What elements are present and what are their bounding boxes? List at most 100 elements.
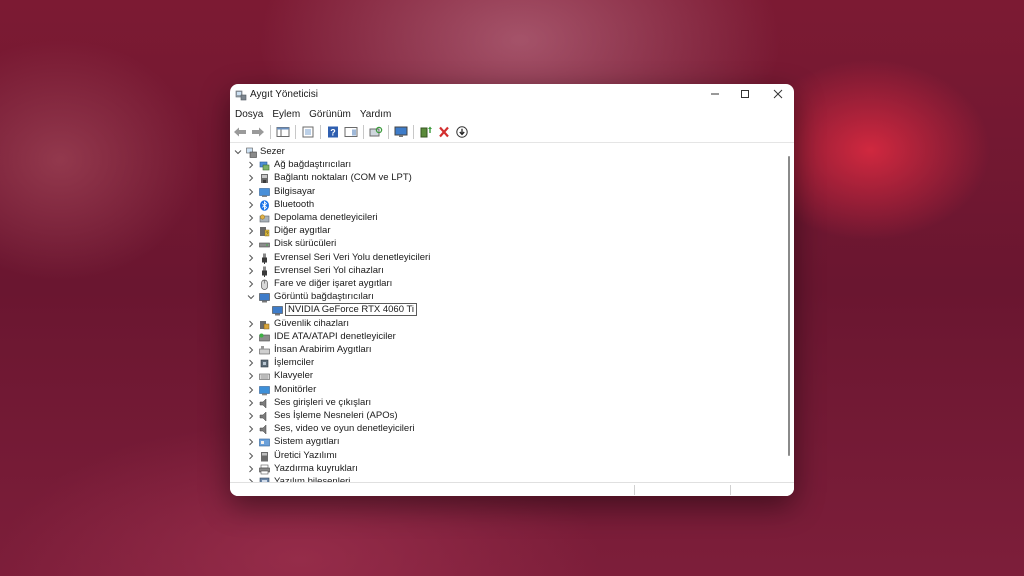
menu-gorunum[interactable]: Görünüm xyxy=(304,109,355,120)
chevron-right-icon[interactable] xyxy=(247,161,255,169)
tree-category-item[interactable]: Evrensel Seri Yol cihazları xyxy=(230,265,786,278)
tree-item-label: Üretici Yazılımı xyxy=(274,449,337,461)
minimize-icon xyxy=(711,93,719,95)
chevron-right-icon[interactable] xyxy=(247,372,255,380)
chevron-right-icon[interactable] xyxy=(247,254,255,262)
tree-item-label: Disk sürücüleri xyxy=(274,238,337,250)
chevron-right-icon[interactable] xyxy=(247,280,255,288)
chevron-right-icon[interactable] xyxy=(247,386,255,394)
chevron-right-icon[interactable] xyxy=(247,346,255,354)
menu-bar: Dosya Eylem Görünüm Yardım xyxy=(230,106,794,122)
chevron-right-icon[interactable] xyxy=(247,438,255,446)
disable-device-button[interactable] xyxy=(454,125,470,139)
tree-item-label: Ses girişleri ve çıkışları xyxy=(274,396,372,408)
chevron-right-icon[interactable] xyxy=(247,359,255,367)
tree-category-item[interactable]: Görüntü bağdaştırıcıları xyxy=(230,291,786,304)
tree-category-item[interactable]: Üretici Yazılımı xyxy=(230,450,786,463)
tree-item-label: Ses, video ve oyun denetleyicileri xyxy=(274,423,415,435)
menu-dosya[interactable]: Dosya xyxy=(230,109,267,120)
tree-category-item[interactable]: ? Diğer aygıtlar xyxy=(230,225,786,238)
tree-category-item[interactable]: Depolama denetleyicileri xyxy=(230,212,786,225)
chevron-down-icon[interactable] xyxy=(234,148,242,156)
close-button[interactable] xyxy=(761,84,794,104)
tree-item-label: Ses İşleme Nesneleri (APOs) xyxy=(274,410,398,421)
vertical-scrollbar[interactable] xyxy=(788,156,790,456)
display-adapter-icon xyxy=(272,306,283,316)
status-bar xyxy=(230,482,794,496)
processor-icon xyxy=(260,359,269,368)
chevron-right-icon[interactable] xyxy=(247,452,255,460)
chevron-right-icon[interactable] xyxy=(247,412,255,420)
chevron-right-icon[interactable] xyxy=(247,425,255,433)
menu-yardim[interactable]: Yardım xyxy=(355,109,396,120)
status-divider xyxy=(634,485,635,495)
tree-category-item[interactable]: Ses İşleme Nesneleri (APOs) xyxy=(230,410,786,423)
forward-button[interactable] xyxy=(250,125,266,139)
update-driver-button[interactable] xyxy=(418,125,434,139)
tree-category-item[interactable]: Yazdırma kuyrukları xyxy=(230,463,786,476)
chevron-right-icon[interactable] xyxy=(247,174,255,182)
chevron-right-icon[interactable] xyxy=(247,399,255,407)
chevron-right-icon[interactable] xyxy=(247,214,255,222)
tree-category-item[interactable]: İnsan Arabirim Aygıtları xyxy=(230,344,786,357)
tree-category-item[interactable]: Sistem aygıtları xyxy=(230,436,786,449)
uninstall-device-icon xyxy=(439,126,449,138)
scan-hardware-icon xyxy=(369,126,383,137)
chevron-right-icon[interactable] xyxy=(247,188,255,196)
tree-category-item[interactable]: Klavyeler xyxy=(230,370,786,383)
selected-device-label: NVIDIA GeForce RTX 4060 Ti xyxy=(285,303,418,317)
tree-category-item[interactable]: Bilgisayar xyxy=(230,186,786,199)
tree-category-item[interactable]: Ses, video ve oyun denetleyicileri xyxy=(230,423,786,436)
properties-icon xyxy=(302,126,314,138)
tree-category-item[interactable]: IDE ATA/ATAPI denetleyiciler xyxy=(230,331,786,344)
tree-category-item[interactable]: Fare ve diğer işaret aygıtları xyxy=(230,278,786,291)
help-icon: ? xyxy=(328,126,338,138)
display-adapter-icon xyxy=(259,293,270,303)
chevron-right-icon[interactable] xyxy=(247,201,255,209)
chevron-down-icon[interactable] xyxy=(247,293,255,301)
tree-device-item[interactable]: NVIDIA GeForce RTX 4060 Ti xyxy=(230,303,786,317)
tree-category-item[interactable]: Ses girişleri ve çıkışları xyxy=(230,397,786,410)
close-icon xyxy=(773,89,783,99)
update-driver-icon xyxy=(420,126,432,138)
chevron-right-icon[interactable] xyxy=(247,333,255,341)
svg-text:?: ? xyxy=(330,128,336,138)
action-pane-button[interactable] xyxy=(343,125,359,139)
device-tree-pane[interactable]: Sezer Ağ bağdaştırıcıları Bağlantı noktala… xyxy=(230,144,794,482)
tree-category-item[interactable]: Bağlantı noktaları (COM ve LPT) xyxy=(230,172,786,185)
chevron-right-icon[interactable] xyxy=(247,227,255,235)
tree-category-item[interactable]: Güvenlik cihazları xyxy=(230,318,786,331)
tree-category-item[interactable]: Ağ bağdaştırıcıları xyxy=(230,159,786,172)
back-button[interactable] xyxy=(232,125,248,139)
back-arrow-icon xyxy=(234,127,246,137)
chevron-right-icon[interactable] xyxy=(247,267,255,275)
maximize-button[interactable] xyxy=(728,84,762,104)
mouse-icon xyxy=(261,279,268,290)
tree-category-item[interactable]: Disk sürücüleri xyxy=(230,238,786,251)
chevron-right-icon[interactable] xyxy=(247,240,255,248)
tree-category-item[interactable]: Bluetooth xyxy=(230,199,786,212)
help-button[interactable]: ? xyxy=(325,125,341,139)
tree-item-label: Güvenlik cihazları xyxy=(274,317,349,329)
properties-button[interactable] xyxy=(300,125,316,139)
minimize-button[interactable] xyxy=(698,84,732,104)
tree-category-item[interactable]: Evrensel Seri Veri Yolu denetleyicileri xyxy=(230,252,786,265)
svg-text:?: ? xyxy=(266,231,269,237)
monitor-button[interactable] xyxy=(393,125,409,139)
tree-category-item[interactable]: İşlemciler xyxy=(230,357,786,370)
action-pane-icon xyxy=(344,127,358,137)
scan-hardware-button[interactable] xyxy=(368,125,384,139)
chevron-right-icon[interactable] xyxy=(247,465,255,473)
monitor-icon xyxy=(394,126,408,137)
tree-item-label: Evrensel Seri Veri Yolu denetleyicileri xyxy=(274,251,431,263)
show-hide-console-tree-button[interactable] xyxy=(275,125,291,139)
tree-category-item[interactable]: Monitörler xyxy=(230,384,786,397)
uninstall-device-button[interactable] xyxy=(436,125,452,139)
chevron-right-icon[interactable] xyxy=(247,320,255,328)
device-manager-window: Aygıt Yöneticisi Dosya Eylem Görünüm Yar… xyxy=(230,84,794,496)
tree-item-label: Diğer aygıtlar xyxy=(274,225,331,237)
tree-root-sezer[interactable]: Sezer xyxy=(230,146,786,159)
title-bar[interactable]: Aygıt Yöneticisi xyxy=(230,84,794,106)
menu-eylem[interactable]: Eylem xyxy=(267,109,304,120)
maximize-icon xyxy=(741,90,749,98)
